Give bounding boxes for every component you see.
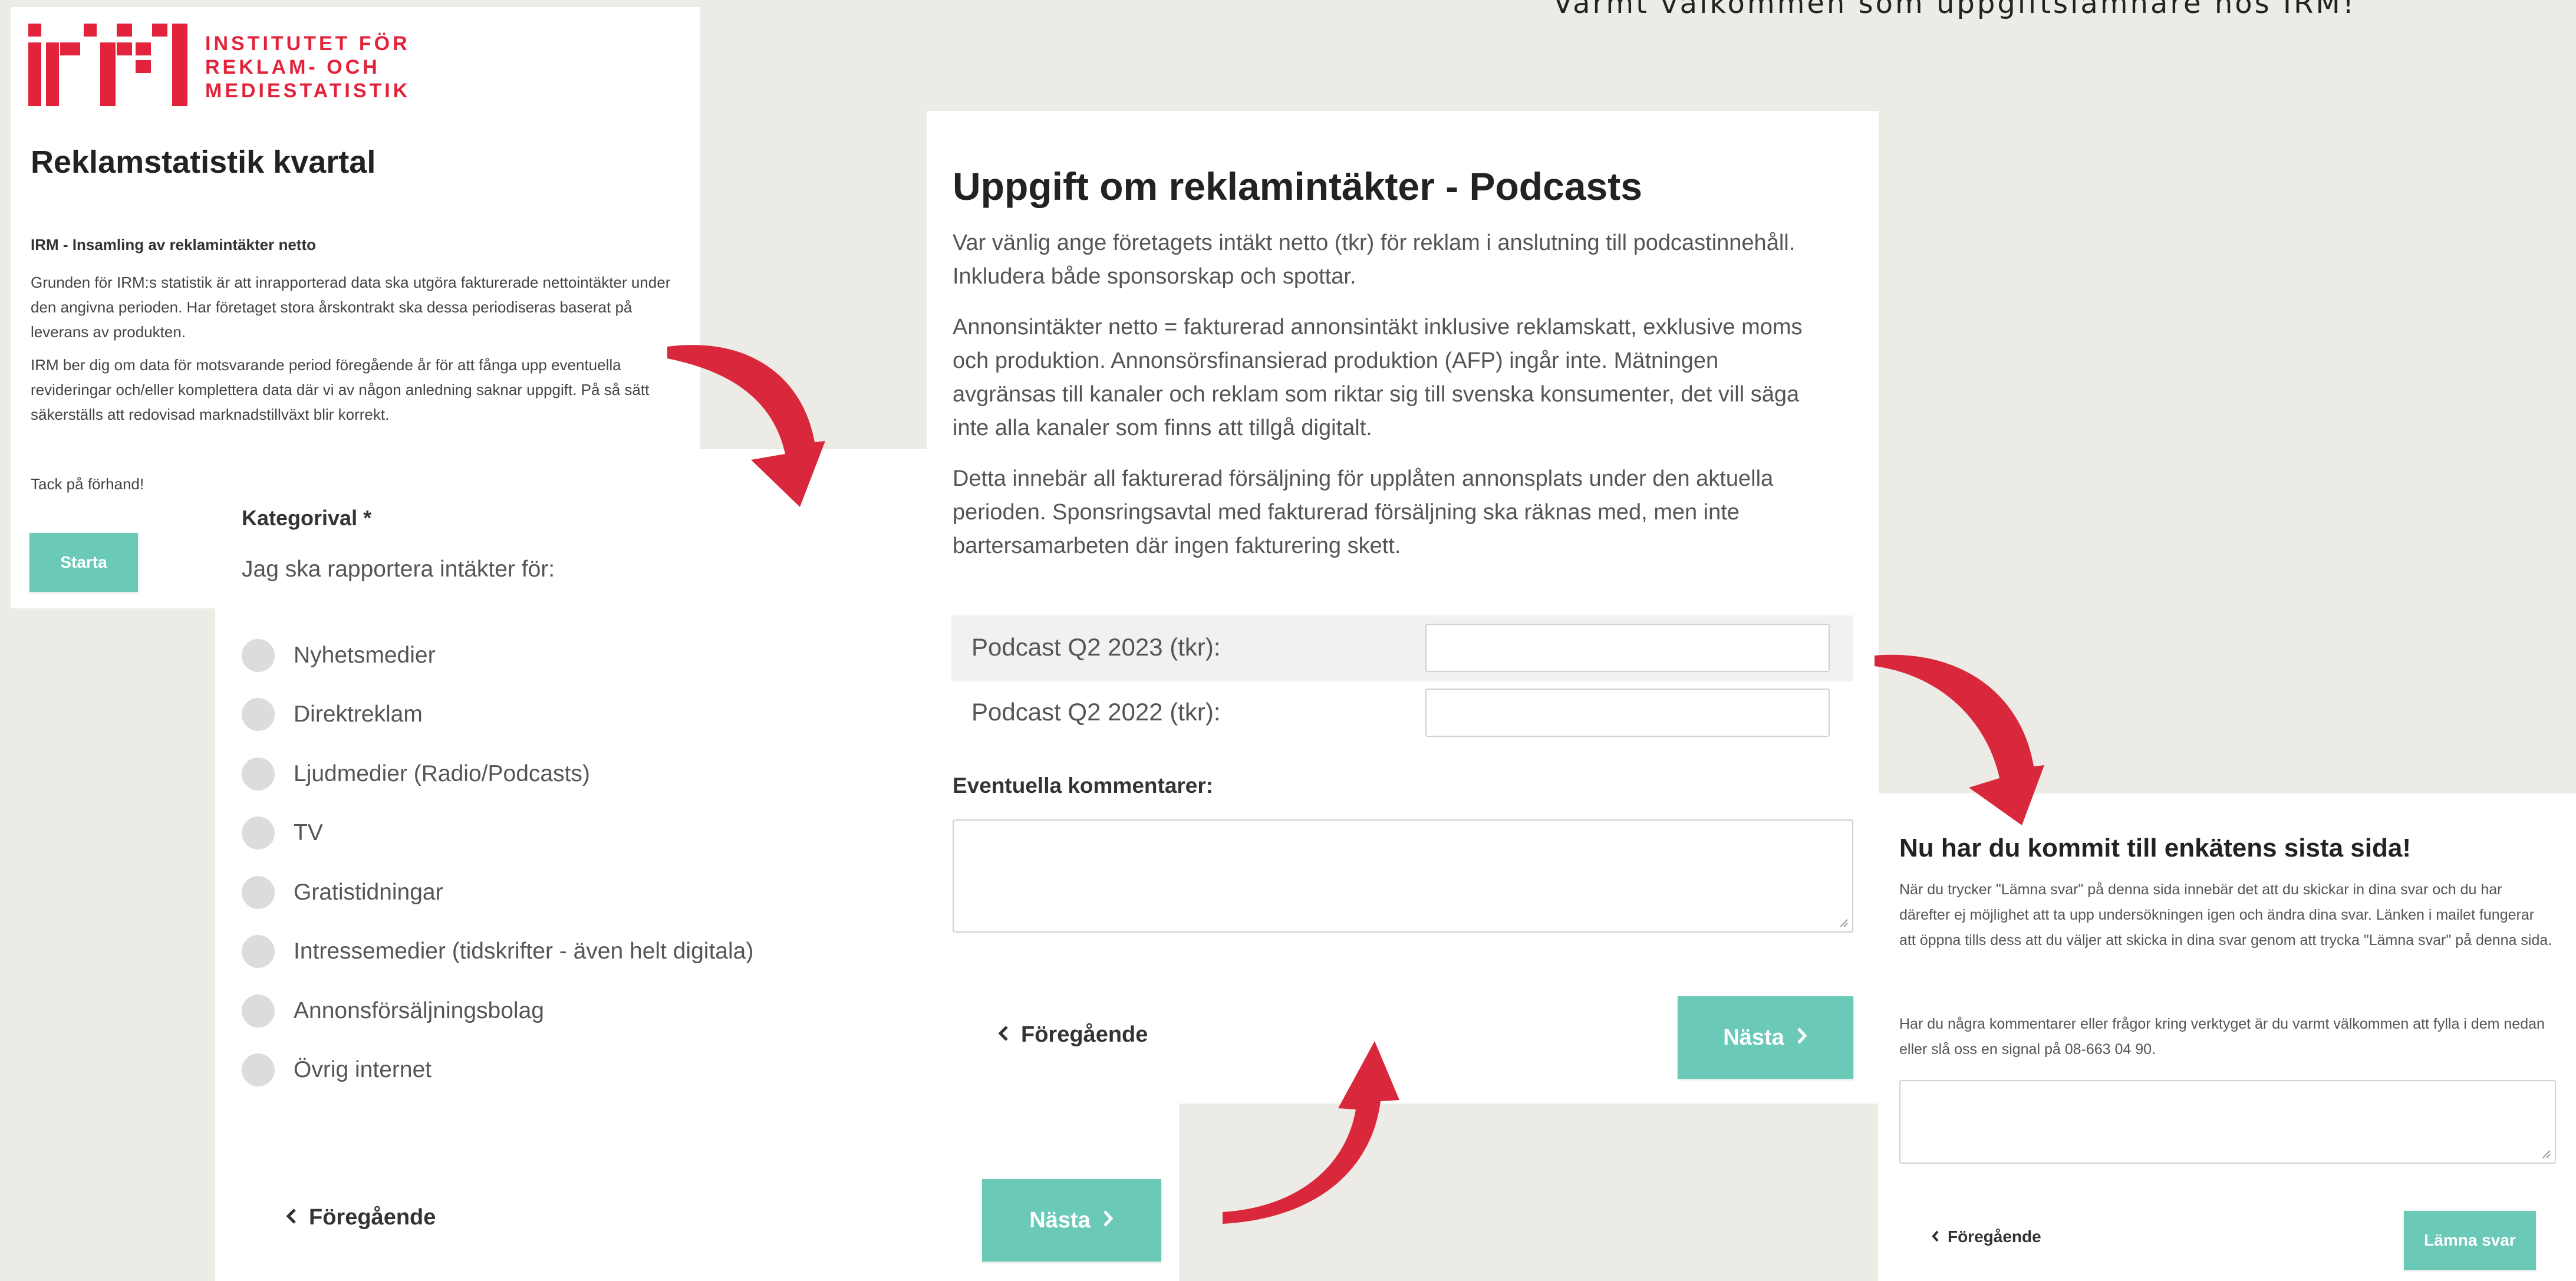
- submit-button-label: Lämna svar: [2424, 1231, 2516, 1249]
- option-label: Övrig internet: [294, 1057, 432, 1082]
- chevron-left-icon: [997, 1022, 1009, 1048]
- field-label-q2-2023: Podcast Q2 2023 (tkr):: [971, 633, 1221, 661]
- previous-button-label: Föregående: [309, 1205, 436, 1230]
- flow-arrow-icon: [667, 345, 825, 507]
- category-heading: Kategorival *: [242, 506, 372, 530]
- resize-handle-icon[interactable]: [1837, 916, 1849, 928]
- category-option[interactable]: Annonsförsäljningsbolag: [242, 994, 544, 1028]
- next-button[interactable]: Nästa: [1678, 996, 1853, 1079]
- next-button-label: Nästa: [1723, 1025, 1784, 1050]
- chevron-left-icon: [285, 1205, 297, 1230]
- next-button[interactable]: Nästa: [982, 1179, 1161, 1262]
- radio-button[interactable]: [242, 994, 275, 1028]
- radio-button[interactable]: [242, 935, 275, 968]
- start-button-label: Starta: [60, 553, 107, 571]
- radio-button[interactable]: [242, 639, 275, 672]
- podcast-paragraph-1: Var vänlig ange företagets intäkt netto …: [953, 230, 1796, 289]
- podcast-q2-2023-input[interactable]: [1425, 624, 1830, 672]
- option-label: Intressemedier (tidskrifter - även helt …: [294, 938, 754, 964]
- intro-paragraph-1: Grunden för IRM:s statistik är att inrap…: [31, 274, 671, 341]
- intro-thanks: Tack på förhand!: [31, 475, 144, 493]
- radio-button[interactable]: [242, 816, 275, 849]
- final-comments-textarea[interactable]: [1899, 1080, 2556, 1164]
- intro-paragraph-2: IRM ber dig om data för motsvarande peri…: [31, 356, 650, 423]
- category-question: Jag ska rapportera intäkter för:: [242, 556, 555, 582]
- welcome-tagline: Varmt välkommen som uppgiftslämnare hos …: [1553, 0, 2357, 20]
- chevron-right-icon: [1102, 1208, 1114, 1233]
- podcast-title: Uppgift om reklamintäkter - Podcasts: [953, 164, 1642, 208]
- category-option[interactable]: Gratistidningar: [242, 876, 443, 909]
- previous-button[interactable]: Föregående: [1931, 1227, 2041, 1246]
- page-title: Reklamstatistik kvartal: [31, 144, 376, 180]
- flow-arrow-icon: [1223, 1041, 1399, 1224]
- field-label-q2-2022: Podcast Q2 2022 (tkr):: [971, 698, 1221, 726]
- category-option[interactable]: Intressemedier (tidskrifter - även helt …: [242, 935, 753, 968]
- category-option[interactable]: Ljudmedier (Radio/Podcasts): [242, 758, 590, 791]
- flow-arrow-icon: [1875, 654, 2044, 825]
- radio-button[interactable]: [242, 698, 275, 731]
- option-label: Direktreklam: [294, 702, 423, 727]
- irm-logo: INSTITUTET FÖR REKLAM- OCH MEDIESTATISTI…: [28, 24, 417, 112]
- comments-label: Eventuella kommentarer:: [953, 773, 1214, 798]
- option-label: Ljudmedier (Radio/Podcasts): [294, 761, 590, 786]
- category-option[interactable]: Direktreklam: [242, 698, 423, 731]
- previous-button[interactable]: Föregående: [285, 1205, 436, 1230]
- radio-button[interactable]: [242, 758, 275, 791]
- category-option[interactable]: TV: [242, 816, 323, 849]
- next-button-label: Nästa: [1029, 1207, 1091, 1233]
- intro-subtitle: IRM - Insamling av reklamintäkter netto: [31, 236, 317, 253]
- option-label: TV: [294, 820, 323, 845]
- previous-button-label: Föregående: [1948, 1227, 2041, 1246]
- category-option[interactable]: Övrig internet: [242, 1053, 431, 1086]
- chevron-right-icon: [1796, 1025, 1808, 1051]
- previous-button[interactable]: Föregående: [997, 1022, 1148, 1048]
- logo-text: INSTITUTET FÖR REKLAM- OCH MEDIESTATISTI…: [205, 32, 411, 102]
- final-title: Nu har du kommit till enkätens sista sid…: [1899, 834, 2411, 862]
- radio-button[interactable]: [242, 876, 275, 909]
- chevron-left-icon: [1931, 1227, 1939, 1246]
- option-label: Annonsförsäljningsbolag: [294, 998, 544, 1023]
- irm-logo-mark: [28, 24, 187, 106]
- option-label: Nyhetsmedier: [294, 643, 436, 668]
- option-label: Gratistidningar: [294, 880, 443, 905]
- final-paragraph-1: När du trycker "Lämna svar" på denna sid…: [1899, 881, 2552, 949]
- comments-textarea[interactable]: [953, 819, 1853, 933]
- category-option[interactable]: Nyhetsmedier: [242, 639, 436, 672]
- submit-button[interactable]: Lämna svar: [2404, 1211, 2536, 1270]
- podcast-q2-2022-input[interactable]: [1425, 689, 1830, 737]
- podcast-paragraph-3: Detta innebär all fakturerad försäljning…: [953, 466, 1774, 558]
- radio-button[interactable]: [242, 1053, 275, 1086]
- start-button[interactable]: Starta: [29, 533, 138, 592]
- final-paragraph-2: Har du några kommentarer eller frågor kr…: [1899, 1016, 2545, 1058]
- resize-handle-icon[interactable]: [2539, 1147, 2551, 1159]
- podcast-paragraph-2: Annonsintäkter netto = fakturerad annons…: [953, 315, 1803, 440]
- previous-button-label: Föregående: [1021, 1022, 1148, 1047]
